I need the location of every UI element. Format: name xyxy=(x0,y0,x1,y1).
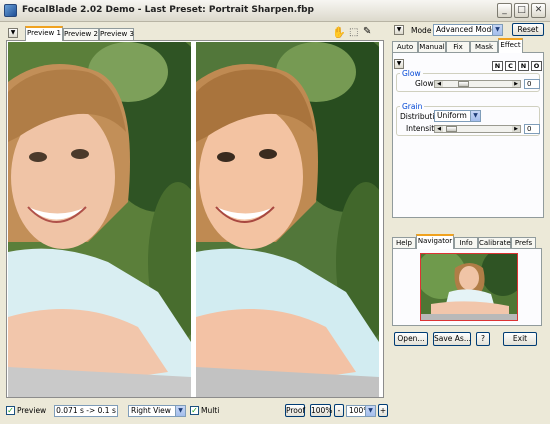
eyedropper-tool-icon[interactable]: ✎ xyxy=(363,26,371,37)
exit-button[interactable]: Exit xyxy=(503,332,537,346)
tab-preview-3[interactable]: Preview 3 xyxy=(99,28,134,40)
maximize-button[interactable]: □ xyxy=(514,3,529,18)
panel-menu-arrow[interactable]: ▼ xyxy=(394,25,404,35)
intensity-left-arrow-icon[interactable]: ◀ xyxy=(435,126,443,132)
marquee-tool-icon[interactable]: ⬚ xyxy=(349,27,358,38)
preview-checkbox[interactable]: ✓ xyxy=(6,406,15,415)
close-button[interactable]: ✕ xyxy=(531,3,546,18)
zoom-select[interactable]: 100% ▼ xyxy=(346,405,376,417)
mode-label: Mode xyxy=(411,26,432,35)
app-icon xyxy=(4,4,17,17)
hand-tool-icon[interactable]: ✋ xyxy=(332,26,346,39)
help-button[interactable]: ? xyxy=(476,332,490,346)
navigator-thumbnail[interactable] xyxy=(420,253,518,321)
glow-group-title: Glow xyxy=(400,69,423,78)
save-as-button[interactable]: Save As... xyxy=(433,332,471,346)
app-window: FocalBlade 2.02 Demo - Last Preset: Port… xyxy=(0,0,550,424)
mode-button-o[interactable]: O xyxy=(531,61,542,71)
title-bar[interactable]: FocalBlade 2.02 Demo - Last Preset: Port… xyxy=(0,0,550,22)
preview-menu-arrow[interactable]: ▼ xyxy=(8,28,18,38)
mode-select[interactable]: Advanced Mode ▼ xyxy=(433,24,503,36)
effect-menu-arrow[interactable]: ▼ xyxy=(394,59,404,69)
mode-button-c[interactable]: C xyxy=(505,61,516,71)
glow-value-field[interactable]: 0 xyxy=(524,79,540,89)
tab-preview-1[interactable]: Preview 1 xyxy=(25,26,63,41)
sharpened-photo[interactable] xyxy=(196,42,379,397)
glow-label: Glow xyxy=(415,79,434,88)
zoom-in-button[interactable]: + xyxy=(378,404,388,417)
glow-right-arrow-icon[interactable]: ▶ xyxy=(512,81,520,87)
preview-image-area[interactable] xyxy=(6,40,384,398)
zoom-out-button[interactable]: - xyxy=(334,404,344,417)
reset-button[interactable]: Reset xyxy=(512,23,544,36)
multi-label: Multi xyxy=(201,406,220,415)
intensity-right-arrow-icon[interactable]: ▶ xyxy=(512,126,520,132)
open-button[interactable]: Open... xyxy=(394,332,428,346)
navigator-panel xyxy=(392,248,542,326)
tab-effect[interactable]: Effect xyxy=(498,38,523,53)
grain-group-title: Grain xyxy=(400,102,425,111)
chevron-down-icon: ▼ xyxy=(492,25,502,35)
preview-label: Preview xyxy=(17,406,47,415)
intensity-slider[interactable]: ◀ ▶ xyxy=(434,125,521,133)
multi-checkbox[interactable]: ✓ xyxy=(190,406,199,415)
proof-button[interactable]: Proof xyxy=(285,404,305,417)
mode-select-value: Advanced Mode xyxy=(436,25,496,34)
original-photo[interactable] xyxy=(8,42,191,397)
chevron-down-icon: ▼ xyxy=(470,111,480,121)
chevron-down-icon: ▼ xyxy=(175,406,185,416)
mode-button-n2[interactable]: N xyxy=(518,61,529,71)
timing-readout: 0.071 s -> 0.1 s xyxy=(54,405,118,417)
glow-slider[interactable]: ◀ ▶ xyxy=(434,80,521,88)
view-select-value: Right View xyxy=(131,406,171,415)
chevron-down-icon: ▼ xyxy=(365,406,375,416)
minimize-button[interactable]: _ xyxy=(497,3,512,18)
intensity-value-field[interactable]: 0 xyxy=(524,124,540,134)
glow-slider-thumb[interactable] xyxy=(458,81,469,87)
intensity-slider-thumb[interactable] xyxy=(446,126,457,132)
window-title: FocalBlade 2.02 Demo - Last Preset: Port… xyxy=(22,5,314,15)
zoom-100-button[interactable]: 100% xyxy=(310,404,332,417)
glow-left-arrow-icon[interactable]: ◀ xyxy=(435,81,443,87)
mode-button-n1[interactable]: N xyxy=(492,61,503,71)
view-select[interactable]: Right View ▼ xyxy=(128,405,186,417)
distribution-select[interactable]: Uniform ▼ xyxy=(434,110,481,122)
distribution-select-value: Uniform xyxy=(437,111,467,120)
tab-navigator[interactable]: Navigator xyxy=(416,234,454,249)
tab-preview-2[interactable]: Preview 2 xyxy=(63,28,99,40)
